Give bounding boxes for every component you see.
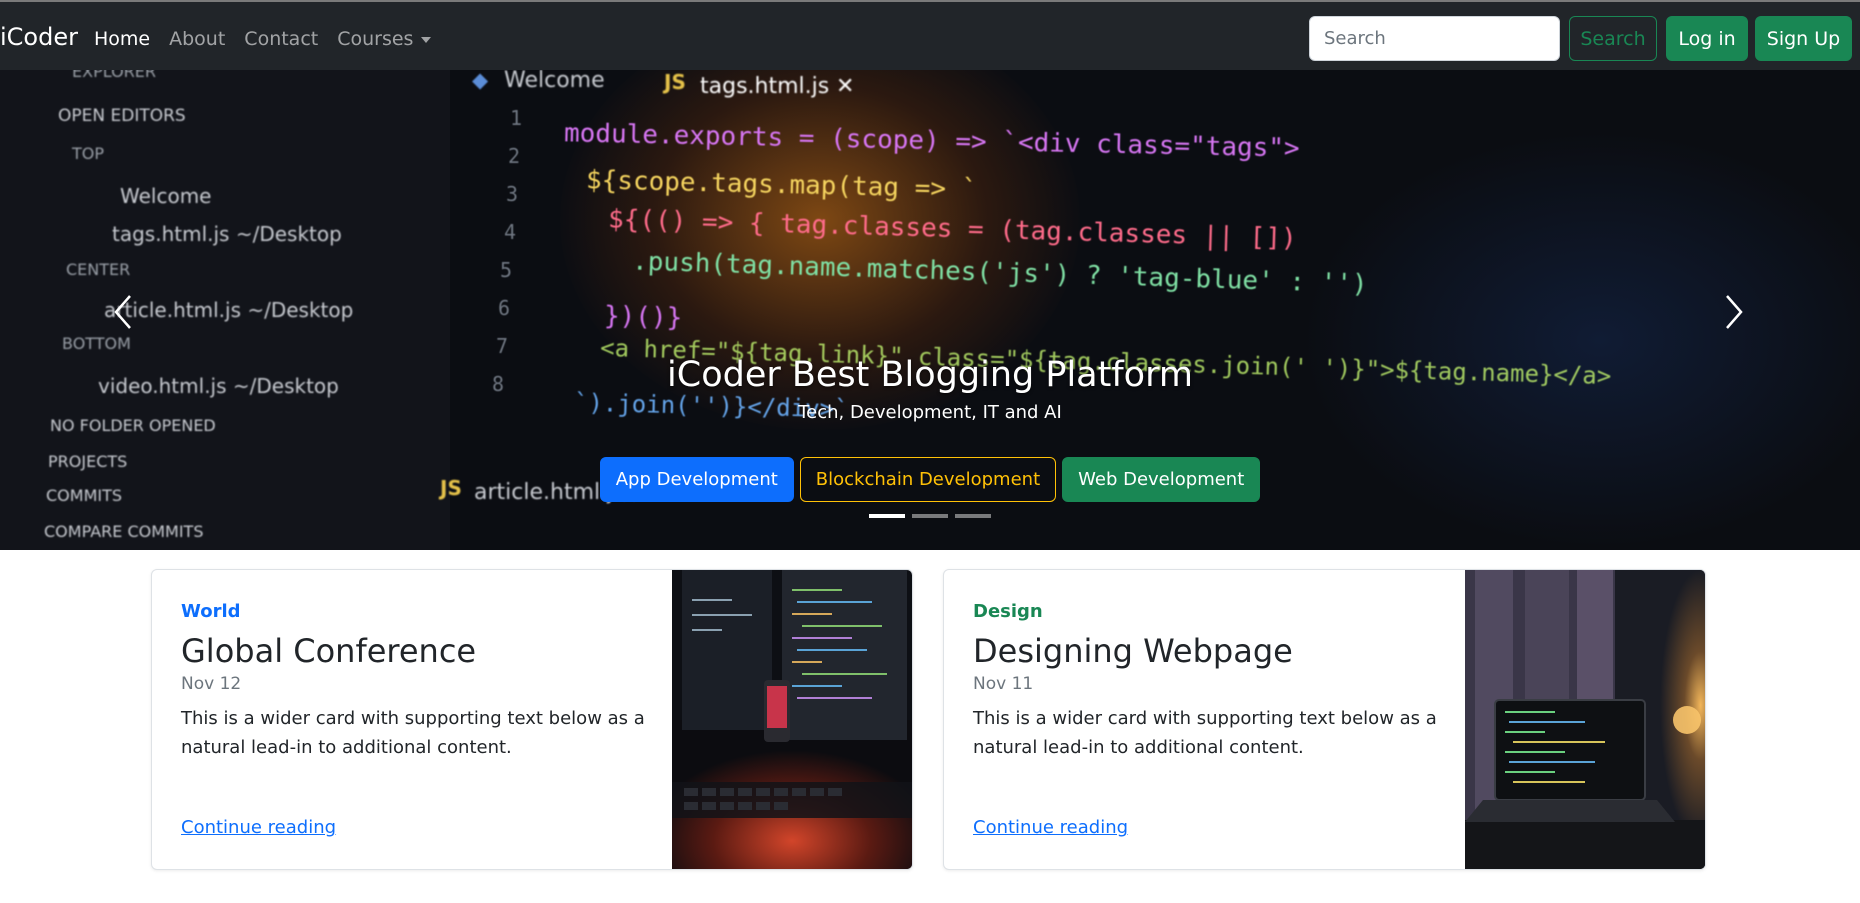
carousel-prev-button[interactable] — [108, 292, 138, 332]
line-number: 1 — [510, 106, 523, 130]
blockchain-development-button[interactable]: Blockchain Development — [799, 457, 1057, 502]
search-input[interactable] — [1309, 16, 1560, 61]
explorer-line: OPEN EDITORS — [58, 106, 186, 126]
card-thumbnail-image — [1465, 570, 1705, 869]
line-number: 6 — [498, 296, 511, 320]
search-button[interactable]: Search — [1569, 16, 1657, 61]
login-button[interactable]: Log in — [1666, 16, 1748, 61]
carousel-title: iCoder Best Blogging Platform — [667, 355, 1193, 395]
nav-link-contact[interactable]: Contact — [244, 26, 318, 52]
explorer-line: article.html.js ~/Desktop — [104, 298, 354, 322]
card-text: This is a wider card with supporting tex… — [973, 708, 1437, 758]
carousel-indicator[interactable] — [955, 514, 991, 518]
line-number: 2 — [508, 144, 521, 168]
editor-tab-label: tags.html.js — [700, 74, 830, 99]
explorer-line: Welcome — [120, 184, 212, 208]
courses-label: Courses — [337, 28, 414, 50]
close-icon: ✕ — [836, 74, 855, 99]
card-title: Global Conference — [181, 632, 477, 670]
card-body: Design Designing Webpage Nov 11 This is … — [973, 600, 1443, 762]
carousel-indicator[interactable] — [869, 514, 905, 518]
nav-link-home[interactable]: Home — [94, 26, 150, 52]
explorer-line: CENTER — [66, 260, 131, 279]
nav-links: Home About Contact Courses — [94, 26, 432, 52]
carousel-caption: iCoder Best Blogging Platform Tech, Deve… — [0, 353, 1860, 425]
explorer-line: tags.html.js ~/Desktop — [112, 222, 342, 246]
card-date: Nov 11 — [973, 674, 1034, 694]
signup-button[interactable]: Sign Up — [1755, 16, 1852, 61]
explorer-line: BOTTOM — [62, 334, 131, 353]
card-text: This is a wider card with supporting tex… — [181, 708, 645, 758]
chevron-down-icon — [421, 36, 432, 43]
blog-card: Design Designing Webpage Nov 11 This is … — [943, 569, 1706, 870]
card-title: Designing Webpage — [973, 632, 1293, 670]
app-development-button[interactable]: App Development — [599, 457, 794, 502]
nav-dropdown-courses[interactable]: Courses — [337, 26, 432, 52]
line-number: 4 — [504, 220, 517, 244]
web-development-button[interactable]: Web Development — [1062, 457, 1261, 502]
js-file-icon: JS — [664, 70, 686, 94]
chevron-right-icon — [1726, 295, 1743, 329]
card-thumbnail-image — [672, 570, 912, 869]
editor-tab-label: Welcome — [504, 70, 605, 93]
card-date: Nov 12 — [181, 674, 242, 694]
chevron-left-icon — [114, 295, 131, 329]
brand-logo[interactable]: iCoder — [0, 22, 78, 52]
card-category: World — [181, 601, 241, 622]
carousel-indicators — [0, 514, 1860, 518]
carousel-indicator[interactable] — [912, 514, 948, 518]
card-body: World Global Conference Nov 12 This is a… — [181, 600, 651, 762]
continue-reading-link[interactable]: Continue reading — [181, 817, 336, 838]
explorer-line: COMPARE COMMITS — [44, 522, 204, 541]
carousel-next-button[interactable] — [1719, 292, 1749, 332]
nav-link-about[interactable]: About — [169, 26, 225, 52]
explorer-heading: EXPLORER — [72, 70, 156, 81]
card-category: Design — [973, 601, 1043, 622]
carousel-buttons: App Development Blockchain Development W… — [0, 457, 1860, 502]
vscode-icon: ◆ — [472, 70, 489, 92]
carousel-subtitle: Tech, Development, IT and AI — [798, 402, 1062, 423]
blog-card: World Global Conference Nov 12 This is a… — [151, 569, 913, 870]
line-number: 5 — [500, 258, 513, 282]
explorer-line: TOP — [72, 144, 105, 163]
navbar: iCoder Home About Contact Courses Search… — [0, 0, 1860, 70]
code-line: })()} — [603, 300, 683, 334]
continue-reading-link[interactable]: Continue reading — [973, 817, 1128, 838]
line-number: 3 — [506, 182, 519, 206]
